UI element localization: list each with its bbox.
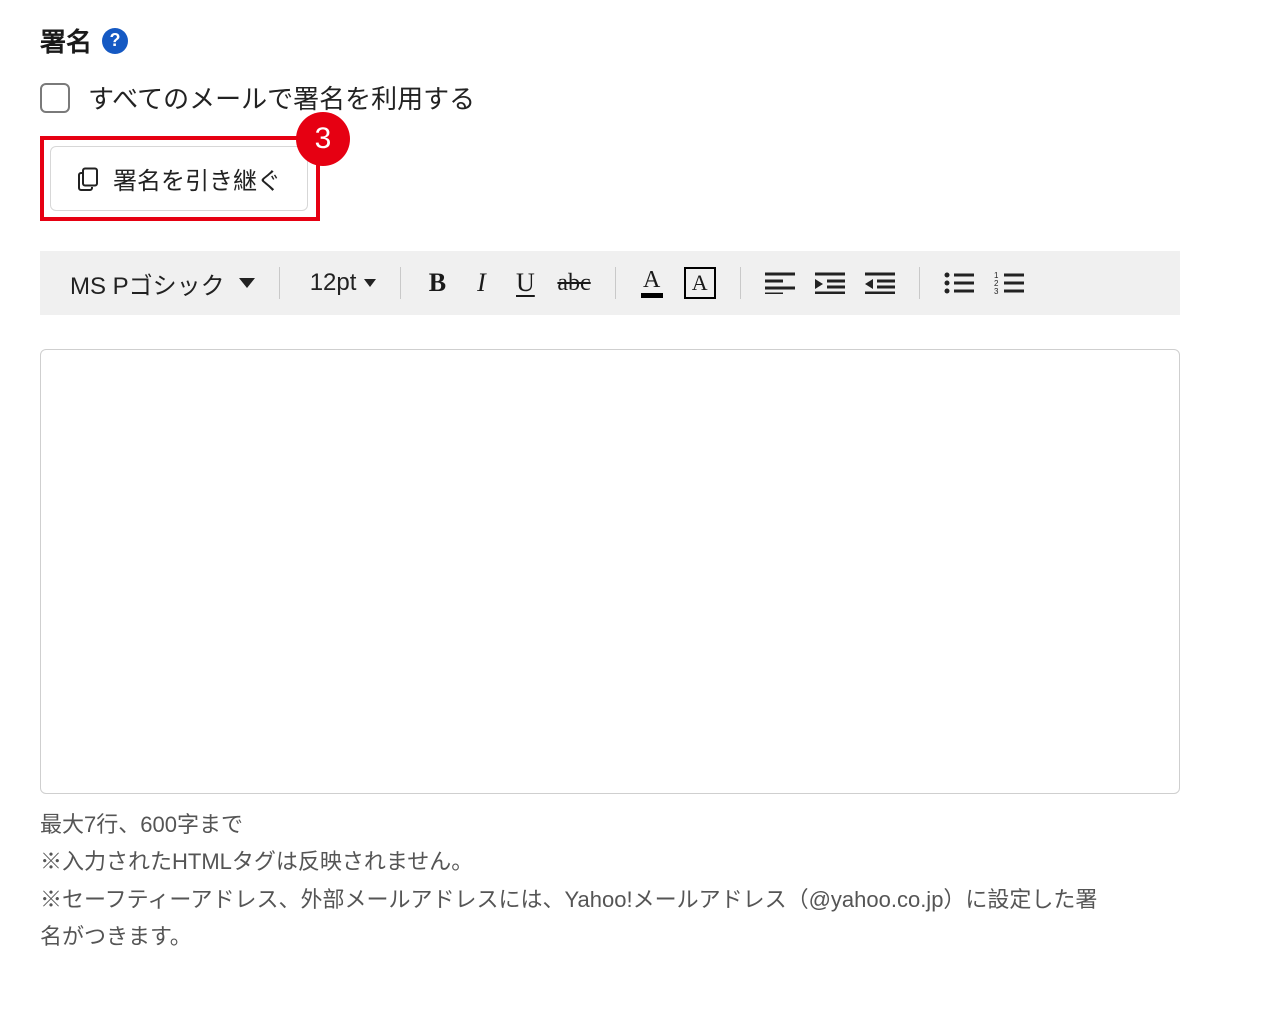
signature-editor[interactable] [40,349,1180,794]
toolbar-separator [740,267,741,299]
numbered-list-icon: 123 [994,272,1024,294]
indent-decrease-icon [865,272,895,294]
italic-button[interactable]: I [463,265,499,301]
font-family-value: MS Pゴシック [64,262,231,305]
bold-button[interactable]: B [419,265,455,301]
caret-down-icon [239,278,255,288]
use-signature-label: すべてのメールで署名を利用する [88,79,475,116]
font-color-button[interactable]: A [634,265,670,301]
strikethrough-icon: abc [557,270,590,297]
underline-icon: U [516,268,535,298]
toolbar-separator [919,267,920,299]
align-left-icon [765,272,795,294]
svg-text:3: 3 [994,287,999,294]
step-badge: 3 [296,112,350,166]
inherit-signature-label: 署名を引き継ぐ [113,161,281,196]
toolbar-separator [615,267,616,299]
copy-icon [77,167,99,191]
toolbar-separator [279,267,280,299]
font-size-value: 12pt [304,265,363,301]
strikethrough-button[interactable]: abc [551,265,596,301]
background-color-icon: A [684,267,716,299]
numbered-list-button[interactable]: 123 [988,265,1030,301]
section-title: 署名 [40,22,92,59]
indent-increase-icon [815,272,845,294]
section-header: 署名 ? [40,22,1230,59]
font-size-select[interactable]: 12pt [298,265,383,301]
help-icon[interactable]: ? [102,28,128,54]
italic-icon: I [477,268,486,298]
underline-button[interactable]: U [507,265,543,301]
bullet-list-icon [944,272,974,294]
inherit-highlight-box: 署名を引き継ぐ [40,136,320,221]
font-color-icon: A [641,268,663,298]
use-signature-row: すべてのメールで署名を利用する [40,79,1230,116]
indent-decrease-button[interactable] [859,265,901,301]
toolbar-separator [400,267,401,299]
editor-toolbar: MS Pゴシック 12pt B I U abc [40,251,1180,315]
indent-increase-button[interactable] [809,265,851,301]
use-signature-checkbox[interactable] [40,83,70,113]
font-family-select[interactable]: MS Pゴシック [58,265,261,301]
inherit-signature-button[interactable]: 署名を引き継ぐ [50,146,308,211]
align-left-button[interactable] [759,265,801,301]
bold-icon: B [429,268,446,298]
note-html-tags: ※入力されたHTMLタグは反映されません。 [40,843,1100,880]
background-color-button[interactable]: A [678,265,722,301]
note-safety-address: ※セーフティーアドレス、外部メールアドレスには、Yahoo!メールアドレス（@y… [40,881,1100,956]
bullet-list-button[interactable] [938,265,980,301]
editor-notes: 最大7行、600字まで ※入力されたHTMLタグは反映されません。 ※セーフティ… [40,806,1100,956]
caret-down-icon [364,279,376,287]
note-limit: 最大7行、600字まで [40,806,1100,843]
